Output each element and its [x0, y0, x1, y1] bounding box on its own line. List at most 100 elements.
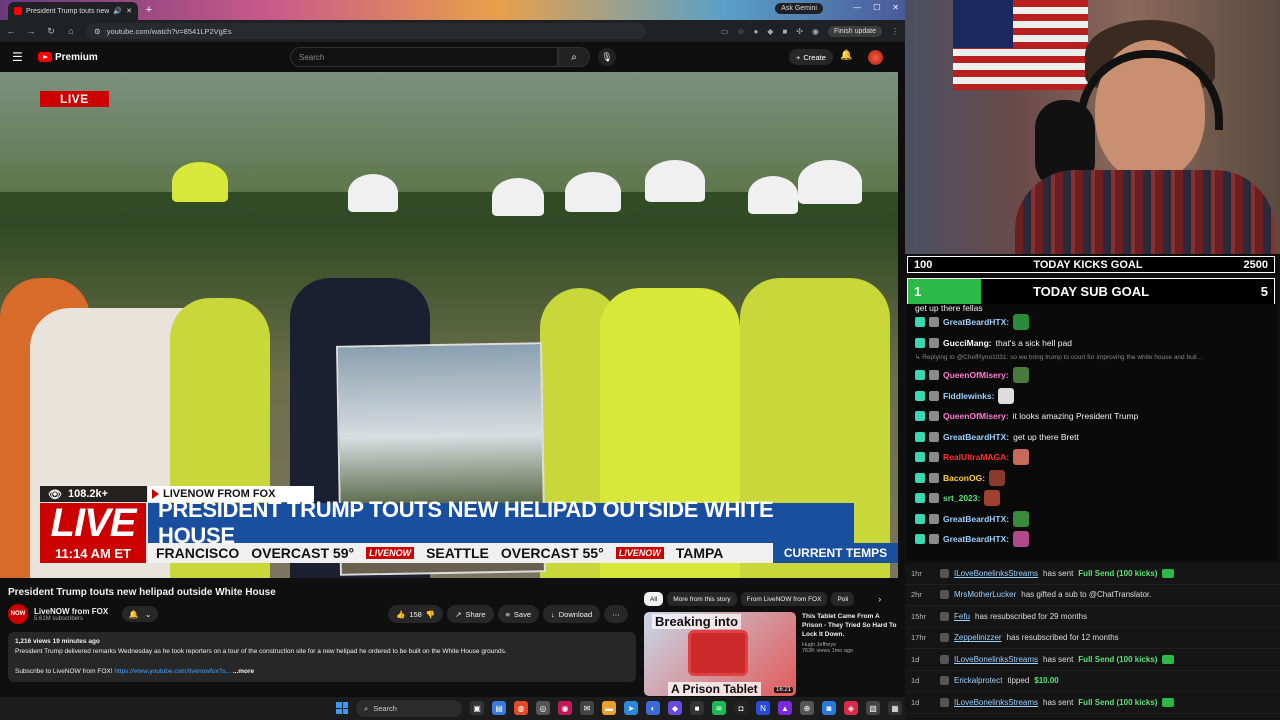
share-button[interactable]: ↗ Share	[447, 605, 494, 623]
chat-username[interactable]: QueenOfMisery:	[943, 370, 1009, 380]
tab-close-icon[interactable]: ✕	[126, 7, 132, 15]
subscription-bell-button[interactable]: 🔔 ⌄	[122, 606, 159, 622]
chat-message: GreatBeardHTX:	[907, 509, 1277, 530]
event-user[interactable]: Fefu	[954, 612, 970, 621]
channel-name[interactable]: LiveNOW from FOX	[34, 607, 108, 616]
maximize-icon[interactable]: ☐	[873, 3, 880, 12]
file-explorer-icon[interactable]: ▤	[492, 701, 506, 715]
chat-message: QueenOfMisery:	[907, 365, 1277, 386]
chat-username[interactable]: Fiddlewinks:	[943, 391, 994, 401]
show-more-link[interactable]: ...more	[233, 668, 254, 675]
chat-username[interactable]: GreatBeardHTX:	[943, 317, 1009, 327]
search-icon[interactable]: ⌕	[558, 47, 590, 67]
microphone-icon[interactable]: 🎙	[598, 48, 616, 66]
app-icon[interactable]: ▲	[778, 701, 792, 715]
edge-icon[interactable]: ◐	[646, 701, 660, 715]
app-icon[interactable]: N	[756, 701, 770, 715]
chevron-right-icon[interactable]: ›	[878, 594, 881, 604]
like-button[interactable]: 👍 158 👎	[388, 605, 444, 623]
bookmark-star-icon[interactable]: ☆	[737, 27, 744, 36]
close-window-icon[interactable]: ✕	[892, 3, 899, 12]
chat-username[interactable]: GreatBeardHTX:	[943, 432, 1009, 442]
livenow-logo: LIVENOW	[366, 547, 415, 559]
home-icon[interactable]: ⌂	[66, 26, 76, 36]
video-player[interactable]: LIVE 👁 108.2k+ LIVENOW FROM FOX LIVE PRES…	[0, 72, 898, 578]
forward-icon[interactable]: →	[26, 26, 36, 36]
minimize-icon[interactable]: —	[853, 3, 861, 12]
event-user[interactable]: ILoveBonelinksStreams	[954, 655, 1038, 664]
ask-gemini-button[interactable]: Ask Gemini	[775, 3, 823, 14]
chip-more-from-story[interactable]: More from this story	[667, 592, 737, 606]
taskbar-search[interactable]: ⌕ Search	[356, 700, 462, 717]
event-user[interactable]: Zeppelinizzer	[954, 633, 1002, 642]
youtube-logo[interactable]: Premium	[38, 52, 98, 63]
event-user[interactable]: ILoveBonelinksStreams	[954, 569, 1038, 578]
hamburger-menu-icon[interactable]: ☰	[12, 50, 26, 64]
spotify-icon[interactable]: ≋	[712, 701, 726, 715]
recommended-title[interactable]: This Tablet Came From A Prison - They Tr…	[802, 612, 898, 639]
video-description[interactable]: 1,216 views 19 minutes ago President Tru…	[8, 632, 636, 682]
search-input[interactable]: Search	[290, 47, 558, 67]
folder-icon[interactable]: ▬	[602, 701, 616, 715]
chat-username[interactable]: GucciMang:	[943, 338, 992, 348]
obs-icon[interactable]: ◉	[558, 701, 572, 715]
app-icon[interactable]: ■	[690, 701, 704, 715]
finish-update-button[interactable]: Finish update	[827, 25, 882, 37]
save-button[interactable]: ≡ Save	[497, 605, 540, 623]
chrome-icon[interactable]: ◍	[514, 701, 528, 715]
app-icon[interactable]: ▧	[866, 701, 880, 715]
more-actions-button[interactable]: ⋯	[604, 605, 628, 623]
back-icon[interactable]: ←	[6, 26, 16, 36]
new-tab-button[interactable]: +	[142, 3, 156, 17]
chip-all[interactable]: All	[644, 592, 664, 606]
browser-menu-icon[interactable]: ⋮	[891, 27, 899, 36]
chat-username[interactable]: srt_2023:	[943, 493, 980, 503]
youtube-header: ☰ Premium Search ⌕ 🎙 + Create 🔔	[0, 42, 905, 72]
profile-icon[interactable]: ◉	[812, 27, 819, 36]
app-icon[interactable]: ◙	[822, 701, 836, 715]
chat-username[interactable]: BaconOG:	[943, 473, 985, 483]
chat-username[interactable]: GreatBeardHTX:	[943, 514, 1009, 524]
extension-icon[interactable]: ■	[782, 27, 787, 36]
recommended-video[interactable]: Breaking into A Prison Tablet 16:21 This…	[644, 612, 898, 696]
thumbs-down-icon[interactable]: 👎	[426, 610, 435, 619]
ticker-weather: OVERCAST 59°	[251, 545, 355, 561]
app-icon[interactable]: ◈	[844, 701, 858, 715]
telegram-icon[interactable]: ➤	[624, 701, 638, 715]
create-button[interactable]: + Create	[789, 49, 833, 65]
task-view-icon[interactable]: ▣	[470, 701, 484, 715]
site-info-icon[interactable]: ⚙	[94, 27, 101, 36]
download-button[interactable]: ↓ Download	[543, 605, 601, 623]
app-icon[interactable]: ▦	[888, 701, 902, 715]
chip-from-channel[interactable]: From LiveNOW from FOX	[740, 592, 828, 606]
windows-start-icon[interactable]	[336, 702, 348, 714]
chat-username[interactable]: GreatBeardHTX:	[943, 534, 1009, 544]
app-icon[interactable]: ◆	[668, 701, 682, 715]
tab-audio-icon[interactable]: 🔊	[113, 7, 122, 15]
chat-emote-icon	[1013, 314, 1030, 331]
event-user[interactable]: Erickalprotect	[954, 676, 1002, 685]
event-user[interactable]: ILoveBonelinksStreams	[954, 698, 1038, 707]
chat-reply-context: ↳ Replying to @ChefRyno1031: so we bring…	[915, 354, 1202, 361]
extension-icon[interactable]: ◆	[767, 27, 773, 36]
extension-icon[interactable]: ●	[753, 27, 758, 36]
recommended-thumbnail[interactable]: Breaking into A Prison Tablet 16:21	[644, 612, 796, 696]
description-link[interactable]: https://www.youtube.com/livenowfox?s...	[114, 668, 231, 675]
channel-avatar[interactable]: NOW	[8, 604, 28, 624]
browser-tab[interactable]: President Trump touts new 🔊 ✕	[8, 2, 138, 20]
chat-message: Fiddlewinks:	[907, 386, 1277, 407]
app-icon[interactable]: ✉	[580, 701, 594, 715]
extensions-puzzle-icon[interactable]: ✣	[796, 27, 803, 36]
chat-username[interactable]: QueenOfMisery:	[943, 411, 1009, 421]
app-icon[interactable]: ◎	[536, 701, 550, 715]
install-app-icon[interactable]: ▭	[721, 27, 729, 36]
app-icon[interactable]: ⊕	[800, 701, 814, 715]
chip-politics[interactable]: Poli	[831, 592, 855, 606]
chat-username[interactable]: RealUltraMAGA:	[943, 452, 1009, 462]
app-icon[interactable]: ◘	[734, 701, 748, 715]
address-bar[interactable]: ⚙ youtube.com/watch?v=8541LP2VgEs	[86, 23, 646, 39]
reload-icon[interactable]: ↻	[46, 26, 56, 37]
notifications-bell-icon[interactable]: 🔔	[840, 50, 852, 61]
event-user[interactable]: MrsMotherLucker	[954, 590, 1016, 599]
account-avatar[interactable]	[868, 50, 883, 65]
